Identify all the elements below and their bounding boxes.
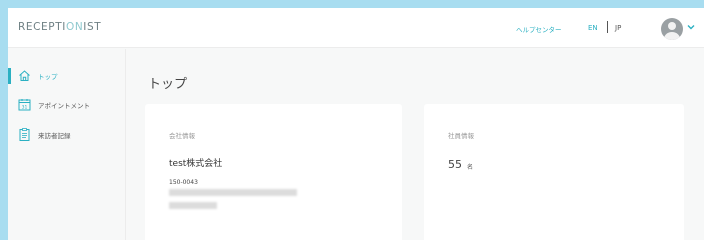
company-info-label: 会社情報 (169, 132, 195, 140)
active-indicator (8, 68, 11, 84)
chevron-down-icon[interactable] (686, 22, 696, 32)
brand-text: RECEPTI (18, 21, 66, 33)
postal-code: 150-0043 (169, 179, 198, 186)
sidebar-item-label: 来訪者記録 (38, 132, 71, 140)
company-name: test株式会社 (169, 159, 223, 169)
sidebar-item-label: トップ (38, 73, 58, 81)
company-info-card: 会社情報 test株式会社 150-0043 (145, 104, 402, 240)
clipboard-icon (19, 128, 30, 141)
avatar-head (668, 22, 676, 30)
sidebar: トップ 31 アポイントメント 来訪者記録 (8, 49, 126, 240)
svg-text:31: 31 (22, 105, 28, 111)
help-center-link[interactable]: ヘルプセンター (516, 24, 562, 34)
staff-count: 55 (448, 158, 462, 171)
brand-tail-text: IST (83, 21, 102, 33)
lang-en-link[interactable]: EN (588, 24, 598, 32)
sidebar-item-top[interactable]: トップ (8, 66, 126, 86)
top-bar: RECEPTIONIST ヘルプセンター EN JP (8, 8, 704, 48)
brand-logo[interactable]: RECEPTIONIST (18, 21, 101, 33)
page-title: トップ (148, 77, 188, 92)
sidebar-item-visitor-log[interactable]: 来訪者記録 (8, 125, 126, 145)
user-avatar[interactable] (661, 18, 683, 40)
staff-info-card: 社員情報 55 名 (424, 104, 684, 240)
home-icon (19, 70, 30, 81)
app-window: RECEPTIONIST ヘルプセンター EN JP トップ 31 アポイントメ… (8, 8, 704, 240)
sidebar-item-appointment[interactable]: 31 アポイントメント (8, 95, 126, 115)
lang-divider (607, 21, 608, 33)
redacted-address-line2 (169, 202, 217, 209)
redacted-address (169, 189, 297, 196)
staff-count-unit: 名 (467, 164, 474, 171)
calendar-icon: 31 (18, 99, 31, 111)
brand-accent-text: ON (65, 21, 84, 33)
avatar-body (664, 32, 680, 40)
lang-jp-link[interactable]: JP (615, 24, 621, 32)
sidebar-item-label: アポイントメント (38, 102, 90, 110)
staff-info-label: 社員情報 (448, 132, 474, 140)
